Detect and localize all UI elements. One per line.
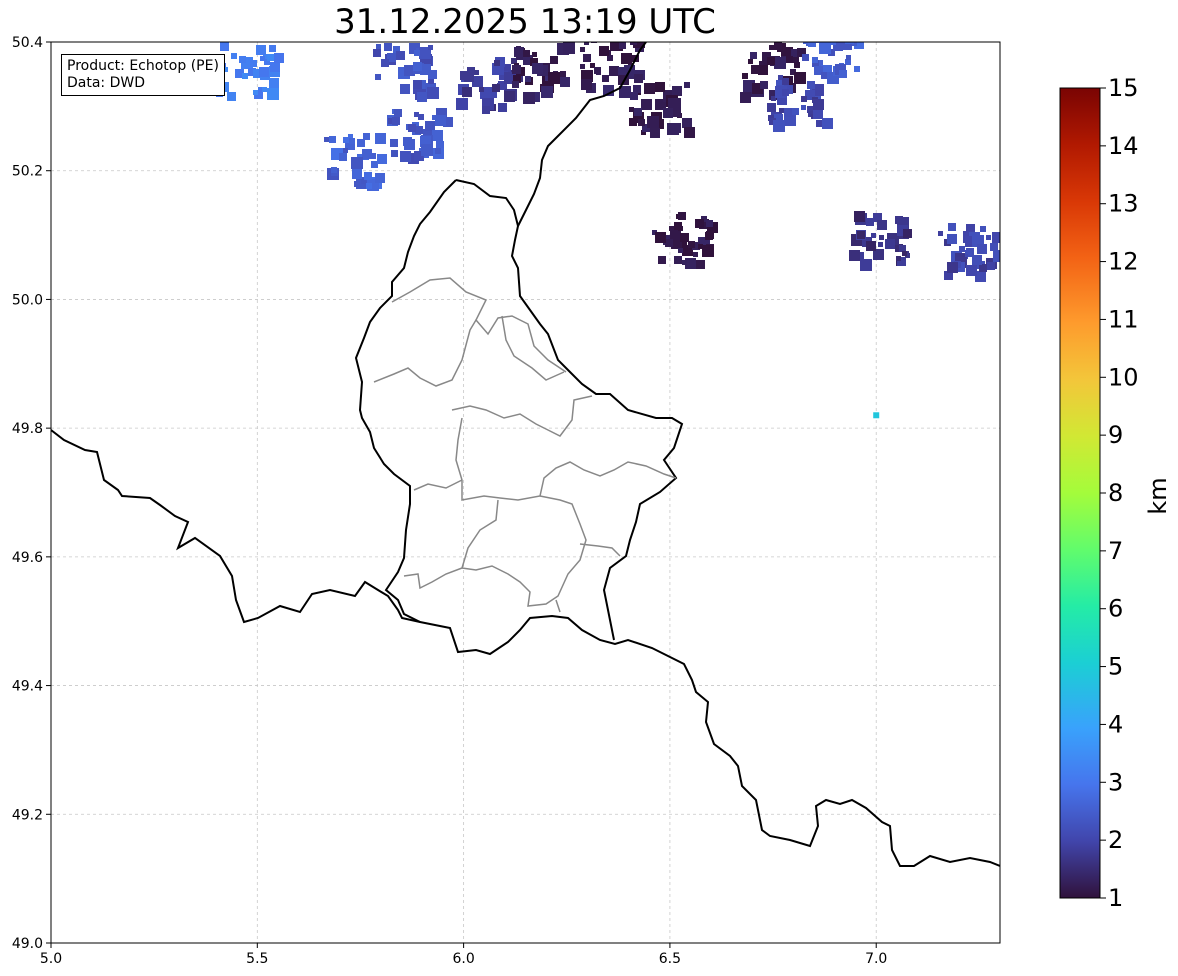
colorbar-tick-label: 8	[1108, 479, 1123, 507]
colorbar-gradient	[1059, 87, 1101, 899]
colorbar-tick-label: 10	[1108, 363, 1139, 391]
colorbar-tick-label: 13	[1108, 190, 1139, 218]
colorbar-tick-label: 3	[1108, 768, 1123, 796]
colorbar-tick-label: 9	[1108, 421, 1123, 449]
colorbar-tick-label: 6	[1108, 595, 1123, 623]
colorbar-tick-label: 2	[1108, 826, 1123, 854]
colorbar-tick-label: 12	[1108, 248, 1139, 276]
colorbar-tick-label: 7	[1108, 537, 1123, 565]
colorbar-tick-label: 4	[1108, 710, 1123, 738]
colorbar-tick-label: 11	[1108, 305, 1139, 333]
colorbar-tick-label: 15	[1108, 74, 1139, 102]
colorbar: 123456789101112131415 km	[1059, 74, 1172, 912]
colorbar-tick-label: 14	[1108, 132, 1139, 160]
colorbar-tick-label: 5	[1108, 653, 1123, 681]
colorbar-tick-label: 1	[1108, 884, 1123, 912]
colorbar-label: km	[1144, 477, 1172, 514]
